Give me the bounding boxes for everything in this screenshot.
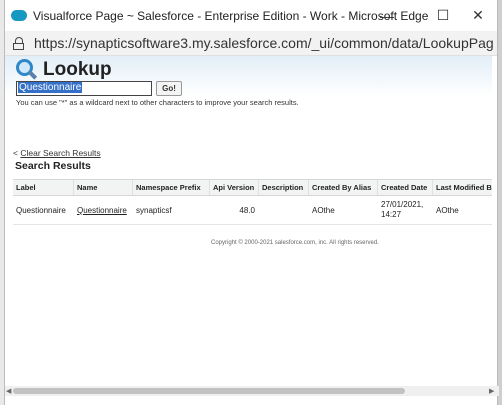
cell-namespace: synapticsf: [136, 205, 172, 215]
search-input-value: Questionnaire: [18, 82, 83, 93]
browser-window: Visualforce Page ~ Salesforce - Enterpri…: [4, 0, 499, 405]
clear-prefix: <: [13, 148, 18, 158]
minimize-button[interactable]: —: [369, 0, 405, 31]
col-last-modified[interactable]: Last Modified B: [433, 180, 492, 195]
cell-description: [259, 196, 309, 224]
scroll-left-icon[interactable]: ◀: [6, 387, 11, 395]
clear-search-results-link[interactable]: Clear Search Results: [20, 148, 100, 158]
go-button[interactable]: Go!: [156, 81, 182, 96]
scroll-right-icon[interactable]: ▶: [489, 387, 494, 395]
lock-icon[interactable]: [13, 36, 25, 50]
col-created-date[interactable]: Created Date: [378, 180, 433, 195]
search-input[interactable]: Questionnaire: [16, 81, 152, 96]
results-table: Label Name Namespace Prefix Api Version …: [13, 179, 492, 225]
address-bar[interactable]: https://synapticsoftware3.my.salesforce.…: [5, 31, 497, 56]
cell-last-modified: AOthe: [436, 205, 459, 215]
lookup-page: Lookup Questionnaire Go! You can use "*"…: [5, 56, 492, 386]
background-window-edge-right: [498, 0, 502, 405]
scrollbar-thumb[interactable]: [13, 388, 405, 394]
wildcard-hint: You can use "*" as a wildcard next to ot…: [16, 98, 299, 107]
col-name[interactable]: Name: [74, 180, 133, 195]
col-created-by-alias[interactable]: Created By Alias: [309, 180, 378, 195]
page-title: Lookup: [14, 58, 112, 81]
salesforce-cloud-icon: [11, 10, 27, 21]
horizontal-scrollbar[interactable]: ◀ ▶: [5, 386, 499, 396]
col-label[interactable]: Label: [13, 180, 74, 195]
col-api-version[interactable]: Api Version: [210, 180, 259, 195]
title-bar: Visualforce Page ~ Salesforce - Enterpri…: [5, 0, 497, 31]
url-text[interactable]: https://synapticsoftware3.my.salesforce.…: [34, 35, 494, 51]
clear-search-results[interactable]: < Clear Search Results: [13, 148, 101, 158]
search-results-heading: Search Results: [15, 160, 91, 172]
cell-created-date: 27/01/2021, 14:27: [381, 200, 424, 219]
copyright-footer: Copyright © 2000-2021 salesforce.com, in…: [211, 240, 379, 246]
table-row: Questionnaire Questionnaire synapticsf 4…: [13, 196, 492, 225]
magnifier-icon: [14, 58, 38, 81]
maximize-button[interactable]: ☐: [425, 0, 461, 31]
cell-name-link[interactable]: Questionnaire: [74, 196, 133, 224]
table-header: Label Name Namespace Prefix Api Version …: [13, 180, 492, 196]
page-title-text: Lookup: [43, 58, 112, 80]
cell-created-by: AOthe: [312, 205, 335, 215]
col-description[interactable]: Description: [259, 180, 309, 195]
cell-api-version: 48.0: [239, 205, 255, 215]
close-button[interactable]: ✕: [460, 0, 496, 31]
col-namespace-prefix[interactable]: Namespace Prefix: [133, 180, 210, 195]
cell-label: Questionnaire: [16, 205, 66, 215]
